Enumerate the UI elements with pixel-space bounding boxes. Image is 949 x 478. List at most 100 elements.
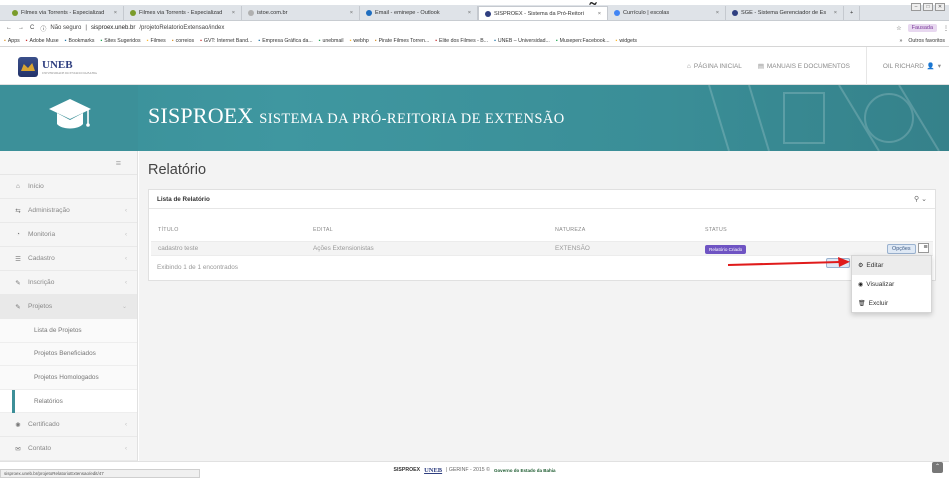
bookmark-icon: ▪ <box>258 37 261 44</box>
book-icon: ▤ <box>757 63 764 70</box>
close-tab-icon[interactable]: × <box>232 10 235 16</box>
home-icon: ⌂ <box>687 62 691 70</box>
sidebar-item[interactable]: ☰ Cadastro ‹ <box>0 247 137 271</box>
sidebar-subitem[interactable]: Projetos Homologados <box>0 366 137 390</box>
browser-status-url: sisproex.uneb.br/projetoRelatorioExtensa… <box>0 469 200 478</box>
sidebar-item[interactable]: ✎ Projetos ⌄ <box>0 295 137 319</box>
sidebar-item[interactable]: ✎ Inscrição ‹ <box>0 271 137 295</box>
bookmark-icon: ▪ <box>25 37 28 44</box>
nav-label: PÁGINA INICIAL <box>693 62 742 70</box>
collapse-chevron-icon[interactable]: ⌄ <box>921 196 927 203</box>
bookmark-item[interactable]: ▪ Elite dos Filmes - B... <box>435 38 488 44</box>
dropdown-item-visualizar[interactable]: ◉ Visualizar <box>852 275 931 294</box>
forward-icon[interactable]: → <box>18 25 24 31</box>
dropdown-item-editar[interactable]: ⚙ Editar <box>852 256 931 275</box>
close-window-icon[interactable]: ✕ <box>935 3 945 11</box>
search-icon[interactable]: ⚲ <box>914 196 919 203</box>
sidebar-item-label: Monitoria <box>28 231 56 238</box>
list-icon: ≡ <box>923 244 928 251</box>
bookmark-item[interactable]: ▪ Pirate Filmes Torren... <box>375 38 429 44</box>
bookmark-icon: ▪ <box>435 37 438 44</box>
sidebar-toggle[interactable]: ≡ <box>0 151 137 175</box>
bookmark-item[interactable]: ▪ unebmail <box>319 38 344 44</box>
opcoes-button[interactable]: Opções <box>887 244 916 254</box>
bookmark-item[interactable]: ▪ Filmes <box>147 38 166 44</box>
tab-label: Currículo | escolas <box>623 10 670 16</box>
user-name: OIL RICHARD <box>882 62 924 70</box>
favicon-icon <box>614 10 620 16</box>
bookmark-item[interactable]: ▪ Empresa Gráfica da... <box>258 38 312 44</box>
scroll-top-button[interactable]: ⌃ <box>932 462 943 473</box>
browser-tab[interactable]: Filmes via Torrents - Especializad × <box>124 6 242 20</box>
user-menu[interactable]: OIL RICHARD 👤 ▾ <box>882 62 941 71</box>
chevron-left-icon: ‹ <box>125 255 127 262</box>
sidebar-subitem[interactable]: Projetos Beneficiados <box>0 342 137 367</box>
panel-header: Lista de Relatório ⚲ ⌄ <box>149 190 935 209</box>
footer-uneb-logo: UNEB <box>424 466 443 474</box>
sidebar-nav: ⌂ Início ⇆ Administração ‹ ◔ Monitoria ‹ ☰ Cadast… <box>0 175 137 462</box>
status-badge: Relatório Criado <box>705 245 747 254</box>
other-bookmarks[interactable]: » Outros favoritos <box>899 38 949 44</box>
menu-dots-icon[interactable]: ⋮ <box>943 25 949 32</box>
close-tab-icon[interactable]: × <box>114 10 117 16</box>
col-natureza: NATUREZA <box>555 227 586 233</box>
back-icon[interactable]: ← <box>6 25 12 31</box>
sidebar-item[interactable]: ✉ Contato ‹ <box>0 437 137 462</box>
minimize-icon[interactable]: – <box>911 3 921 11</box>
nav-pagina-inicial[interactable]: ⌂ PÁGINA INICIAL <box>687 63 742 70</box>
sidebar-item[interactable]: ✺ Certificado ‹ <box>0 413 137 438</box>
sidebar-item[interactable]: ◔ Monitoria ‹ <box>0 223 137 247</box>
cell-edital: Ações Extensionistas <box>313 245 374 252</box>
url-field[interactable]: ⓘ Não seguro | sisproex.uneb.br/projetoR… <box>40 24 890 33</box>
home-icon: ⌂ <box>16 183 20 190</box>
sidebar-item[interactable]: ⇆ Administração ‹ <box>0 199 137 223</box>
chevron-left-icon: ‹ <box>125 279 127 286</box>
logo-text: UNEB <box>42 58 73 71</box>
close-tab-icon[interactable]: × <box>350 10 353 16</box>
row-menu-button[interactable]: ≡ <box>918 243 929 253</box>
browser-tab[interactable]: SGE - Sistema Gerenciador de Es × <box>726 6 844 20</box>
browser-tab[interactable]: Currículo | escolas × <box>608 6 726 20</box>
close-tab-icon[interactable]: × <box>716 10 719 16</box>
bookmark-icon: ▪ <box>4 37 6 44</box>
star-icon[interactable]: ☆ <box>896 25 901 32</box>
sidebar-subitem[interactable]: Relatórios <box>0 389 137 414</box>
sidebar-item-label: Contato <box>28 445 52 453</box>
bookmark-item[interactable]: ▪ Bookmarks <box>65 38 95 44</box>
bookmark-item[interactable]: ▪ correios <box>172 38 194 44</box>
bookmark-item[interactable]: ▪ GVT: Internet Band... <box>200 38 252 44</box>
app-banner: SISPROEX SISTEMA DA PRÓ-REITORIA DE EXTE… <box>0 85 949 151</box>
close-tab-icon[interactable]: × <box>468 10 471 16</box>
chevron-left-icon: ‹ <box>125 207 127 214</box>
bookmark-label: widgets <box>619 37 637 44</box>
bookmark-item[interactable]: ▪ Apps <box>4 38 20 44</box>
chevron-left-icon: ‹ <box>125 421 127 428</box>
new-tab-button[interactable]: + <box>844 6 861 20</box>
browser-tab[interactable]: istoe.com.br × <box>242 6 360 20</box>
browser-tab[interactable]: Filmes via Torrents - Especializad × <box>6 6 124 20</box>
close-tab-icon[interactable]: × <box>834 10 837 16</box>
reload-icon[interactable]: C <box>30 25 34 31</box>
col-status: STATUS <box>705 227 727 233</box>
nav-manuais[interactable]: ▤ MANUAIS E DOCUMENTOS <box>757 62 850 71</box>
close-tab-icon[interactable]: × <box>598 11 601 17</box>
sidebar-item[interactable]: ⌂ Início <box>0 175 137 199</box>
maximize-icon[interactable]: □ <box>923 3 933 11</box>
sidebar-subitem[interactable]: Lista de Projetos <box>0 319 137 343</box>
bookmark-item[interactable]: ▪ Sites Sugeridos <box>100 38 140 44</box>
bookmark-label: GVT: Internet Band... <box>203 37 253 44</box>
certificate-icon: ✺ <box>15 421 21 429</box>
browser-tab[interactable]: Email - eminepe - Outlook × <box>360 6 478 20</box>
sidebar-item-label: Cadastro <box>28 255 55 262</box>
uneb-logo[interactable]: UNEB UNIVERSIDADE DO ESTADO DA BAHIA <box>18 56 110 78</box>
bookmark-item[interactable]: ▪ Musepen:Facebook... <box>556 38 610 44</box>
profile-button[interactable]: Fausada <box>907 24 937 32</box>
cog-icon: ⚙ <box>858 263 864 269</box>
bookmark-item[interactable]: ▪ widgets <box>616 38 637 44</box>
dropdown-item-excluir[interactable]: 🗑 Excluir <box>852 294 931 313</box>
bookmark-item[interactable]: ▪ UNEB – Universidad... <box>494 38 550 44</box>
browser-tab[interactable]: SISPROEX - Sistema da Pró-Reitori × <box>478 6 608 20</box>
bookmark-item[interactable]: ▪ webhp <box>350 38 369 44</box>
security-label: Não seguro <box>50 25 82 31</box>
bookmark-item[interactable]: ▪ Adobe Muse <box>26 38 59 44</box>
